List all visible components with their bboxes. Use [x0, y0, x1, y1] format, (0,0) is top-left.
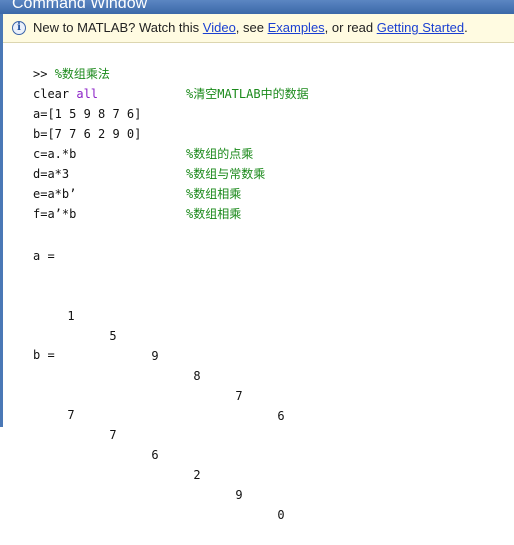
output-values: 1 5 9 8 7 6: [33, 286, 293, 423]
output-value: 9: [151, 349, 159, 363]
code-comment: %数组相乘: [186, 207, 242, 221]
output-value: 1: [67, 309, 75, 323]
getting-started-link[interactable]: Getting Started: [377, 20, 464, 35]
code-text: e=a*b’: [33, 187, 77, 201]
info-bar: i New to MATLAB? Watch this Video, see E…: [3, 14, 514, 43]
output-value: 0: [277, 508, 285, 522]
output-value: 7: [67, 408, 75, 422]
examples-link[interactable]: Examples: [268, 20, 325, 35]
output-label: a =: [33, 249, 55, 263]
title-bar: Command Window: [0, 0, 514, 14]
output-label: b =: [33, 348, 55, 362]
info-prefix: New to MATLAB? Watch this: [33, 20, 203, 35]
code-comment: %数组的点乘: [186, 147, 254, 161]
code-comment: %数组相乘: [186, 187, 242, 201]
code-keyword: all: [76, 87, 99, 101]
output-value: 8: [193, 369, 201, 383]
info-message: New to MATLAB? Watch this Video, see Exa…: [33, 14, 468, 42]
code-line: a=[1 5 9 8 7 6]: [33, 104, 141, 124]
output-values: 7 7 6 2 9 0: [33, 385, 293, 522]
video-link[interactable]: Video: [203, 20, 236, 35]
prompt: >>: [33, 67, 55, 81]
output-value: 5: [109, 329, 117, 343]
code-text: clear: [33, 87, 77, 101]
code-line: d=a*3 %数组与常数乘: [33, 164, 265, 184]
info-icon: i: [12, 21, 26, 35]
info-suffix: .: [464, 20, 468, 35]
code-line: f=a’*b %数组相乘: [33, 204, 241, 224]
info-sep1: , see: [235, 20, 268, 35]
code-line: e=a*b’ %数组相乘: [33, 184, 241, 204]
window-title: Command Window: [12, 0, 148, 12]
prompt-line: >> %数组乘法: [33, 64, 110, 84]
output-value: 7: [109, 428, 117, 442]
output-value: 2: [193, 468, 201, 482]
info-sep2: , or read: [324, 20, 377, 35]
window-left-border: [0, 14, 3, 427]
code-comment: %清空MATLAB中的数据: [186, 87, 309, 101]
code-text: a=[1 5 9 8 7 6]: [33, 107, 142, 121]
code-line: b=[7 7 6 2 9 0]: [33, 124, 141, 144]
code-text: f=a’*b: [33, 207, 77, 221]
prompt-comment: %数组乘法: [54, 67, 110, 81]
code-line: clear all %清空MATLAB中的数据: [33, 84, 309, 104]
code-text: d=a*3: [33, 167, 70, 181]
code-comment: %数组与常数乘: [186, 167, 266, 181]
code-text: c=a.*b: [33, 147, 77, 161]
code-line: c=a.*b %数组的点乘: [33, 144, 253, 164]
output-value: 6: [151, 448, 159, 462]
code-text: b=[7 7 6 2 9 0]: [33, 127, 142, 141]
output-value: 9: [235, 488, 243, 502]
output-value: 6: [277, 409, 285, 423]
